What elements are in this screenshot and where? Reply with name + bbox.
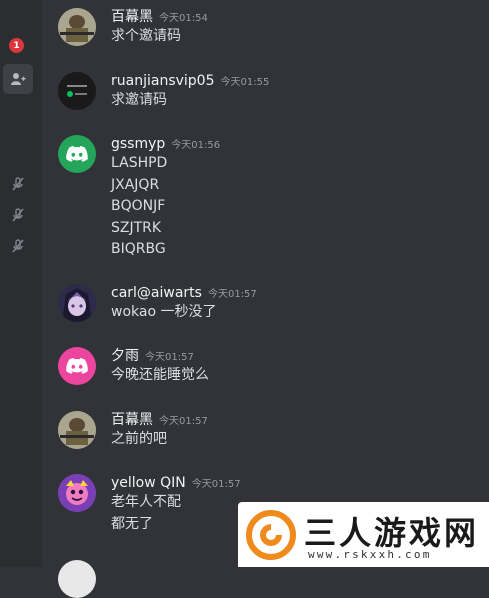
wechat-avatar-icon — [58, 72, 96, 110]
username[interactable]: 百幕黑 — [111, 9, 153, 25]
user-avatar[interactable] — [58, 560, 96, 598]
cartoon-avatar-icon — [58, 474, 96, 512]
notification-badge: 1 — [9, 38, 24, 53]
timestamp: 今天01:57 — [191, 479, 241, 490]
discord-logo-icon — [66, 357, 88, 374]
message-text: 求个邀请码 — [111, 28, 181, 44]
timestamp: 今天01:56 — [171, 140, 221, 151]
add-friend-icon — [11, 73, 26, 85]
muted-mic-icon[interactable] — [10, 176, 26, 192]
user-avatar[interactable] — [58, 72, 96, 110]
username[interactable]: 夕雨 — [111, 348, 139, 364]
muted-mic-icon[interactable] — [10, 238, 26, 254]
message-text: wokao 一秒没了 — [111, 304, 217, 320]
timestamp: 今天01:55 — [220, 77, 270, 88]
user-avatar[interactable] — [58, 8, 96, 46]
add-friend-button[interactable] — [3, 64, 33, 94]
timestamp: 今天01:57 — [145, 352, 194, 363]
user-avatar[interactable] — [58, 284, 96, 322]
invite-code: JXAJQR — [111, 176, 160, 193]
invite-code: BIQRBG — [111, 241, 166, 257]
invite-code: LASHPD — [111, 155, 168, 171]
user-avatar[interactable] — [58, 135, 96, 173]
user-avatar[interactable] — [58, 347, 96, 385]
invite-code: BQONJF — [111, 198, 166, 214]
anime-avatar-icon — [58, 284, 96, 322]
photo-avatar-icon — [58, 411, 96, 449]
username[interactable]: ruanjiansvip05 — [111, 73, 214, 89]
username[interactable]: carl@aiwarts — [111, 285, 202, 301]
user-avatar[interactable] — [58, 474, 96, 512]
message-list: 百幕黑 今天01:54 求个邀请码 ruanjiansvip05 今天01:55 求… — [42, 0, 489, 598]
photo-avatar-icon — [58, 8, 96, 46]
message-text: 今晚还能睡觉么 — [111, 367, 209, 383]
user-avatar[interactable] — [58, 411, 96, 449]
username[interactable]: gssmyp — [111, 136, 165, 152]
timestamp: 今天01:57 — [159, 416, 208, 427]
timestamp: 今天01:54 — [159, 13, 208, 24]
discord-logo-icon — [66, 145, 88, 162]
invite-code: SZJTRK — [111, 219, 162, 236]
username[interactable]: yellow QIN — [111, 475, 186, 491]
site-logo-icon — [246, 510, 296, 560]
site-watermark: 三人游戏网 www.rskxxh.com — [238, 502, 489, 567]
message-text: 求邀请码 — [111, 92, 167, 108]
watermark-url: www.rskxxh.com — [308, 548, 432, 561]
message-text: 之前的吧 — [111, 431, 167, 447]
muted-mic-icon[interactable] — [10, 207, 26, 223]
username[interactable]: 百幕黑 — [111, 412, 153, 428]
left-rail: 1 — [0, 0, 42, 567]
timestamp: 今天01:57 — [207, 289, 257, 300]
